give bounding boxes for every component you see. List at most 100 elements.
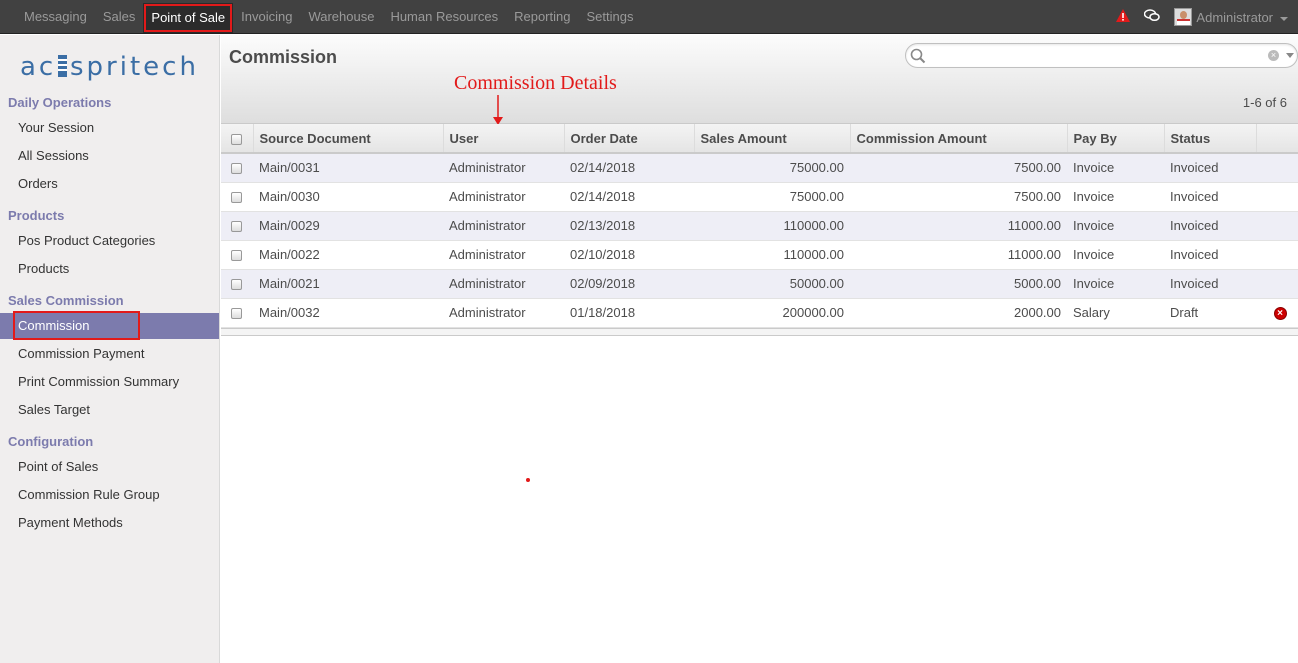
cell-status: Invoiced [1170,160,1219,176]
column-header[interactable]: Sales Amount [693,124,850,154]
sidebar-item-label: Point of Sales [18,459,99,474]
sidebar-item[interactable]: Commission Payment [0,341,219,367]
cell-pay-by: Invoice [1073,189,1115,204]
top-menu-item[interactable]: Warehouse [300,0,382,34]
cell-status: Draft [1170,305,1199,320]
cell-commission: 11000.00 [1007,218,1061,233]
sidebar-item-label: Commission Payment [18,346,145,361]
search-box[interactable]: × [905,43,1298,68]
svg-text:ac: ac [20,52,56,82]
row-checkbox[interactable] [231,163,242,175]
caret-down-icon [1280,16,1288,21]
alert-icon[interactable] [1116,9,1131,25]
table-row[interactable]: Main/0031 Administrator 02/14/2018 75000.00… [221,153,1298,182]
select-all-checkbox[interactable] [231,133,242,145]
sidebar-item[interactable]: Sales Target [0,397,219,423]
table-row[interactable]: Main/0022 Administrator 02/10/2018 110000.0… [221,240,1298,269]
column-header[interactable]: Source Document [252,124,443,154]
row-select-cell[interactable] [221,240,253,269]
cell-commission: 7500.00 [1014,189,1061,204]
row-checkbox[interactable] [231,221,242,233]
main-content: Commission × 1-6 of 6 Commission Details… [221,35,1298,663]
sidebar-item[interactable]: Orders [0,171,219,197]
cell-user: Administrator [449,247,526,262]
sidebar-item-label: Print Commission Summary [18,374,180,389]
table-row[interactable]: Main/0029 Administrator 02/13/2018 110000.0… [221,211,1298,240]
sidebar-item[interactable]: Commission [0,311,219,340]
cell-source: Main/0021 [259,276,320,291]
sidebar-item[interactable]: All Sessions [0,143,219,169]
cell-date: 02/14/2018 [570,160,636,176]
clear-search-icon[interactable]: × [1268,50,1279,61]
cell-commission: 2000.00 [1014,305,1061,320]
cell-date: 02/09/2018 [570,276,636,291]
sidebar-item-label: Products [18,261,70,276]
cell-user: Administrator [449,305,526,320]
row-action-cell [1256,211,1298,240]
row-action-cell: × [1256,298,1298,327]
top-right-area: Administrator [1116,0,1288,34]
chat-icon[interactable] [1144,9,1161,25]
row-select-cell[interactable] [221,153,253,182]
row-checkbox[interactable] [231,308,242,320]
sidebar: ac spritech Daily Operations Your Session… [0,35,220,663]
sidebar-item[interactable]: Pos Product Categories [0,228,219,254]
delete-icon[interactable]: × [1273,307,1287,321]
top-menu-item[interactable]: Point of Sale [143,3,234,33]
column-header[interactable]: User [442,124,564,154]
sidebar-item-label: Pos Product Categories [18,233,156,248]
cell-source: Main/0030 [259,189,320,204]
row-select-cell[interactable] [221,298,253,327]
cell-pay-by: Invoice [1073,218,1115,233]
row-checkbox[interactable] [231,192,242,204]
sidebar-item[interactable]: Commission Rule Group [0,482,219,508]
sidebar-item-label: Payment Methods [18,515,123,530]
column-header[interactable]: Commission Amount [849,124,1067,154]
table-row[interactable]: Main/0032 Administrator 01/18/2018 200000.0… [221,298,1298,327]
cell-date: 02/14/2018 [570,189,636,204]
select-all-cell[interactable] [221,124,253,154]
cell-date: 02/13/2018 [570,218,636,233]
table-row[interactable]: Main/0021 Administrator 02/09/2018 50000.00… [221,269,1298,298]
sidebar-item[interactable]: Payment Methods [0,510,219,536]
sidebar-item[interactable]: Your Session [0,115,219,141]
sidebar-section-title: Products [8,208,65,223]
sidebar-item[interactable]: Products [0,256,219,282]
search-input[interactable] [926,47,1246,64]
sidebar-item-label: Sales Target [18,402,91,417]
top-menu-item[interactable]: Sales [95,0,144,34]
cell-pay-by: Invoice [1073,160,1115,176]
cell-sales: 110000.00 [783,247,845,262]
user-menu[interactable]: Administrator [1174,8,1288,26]
sidebar-section-title: Sales Commission [8,293,124,308]
top-navbar: Messaging Sales Point of Sale Invoicing Ware… [0,0,1298,34]
row-checkbox[interactable] [231,250,242,262]
column-header[interactable]: Order Date [563,124,694,154]
cell-user: Administrator [449,160,526,176]
sidebar-item[interactable]: Print Commission Summary [0,369,219,395]
pager-value[interactable]: 1-6 of 6 [1243,95,1287,110]
row-select-cell[interactable] [221,269,253,298]
company-logo: ac spritech [20,49,210,83]
cell-source: Main/0022 [259,247,320,262]
top-menu-item[interactable]: Human Resources [382,0,506,34]
table-row[interactable]: Main/0030 Administrator 02/14/2018 75000.00… [221,182,1298,211]
cell-status: Invoiced [1170,218,1219,233]
row-action-cell [1256,153,1298,182]
row-select-cell[interactable] [221,211,253,240]
cell-user: Administrator [449,189,526,204]
sidebar-section-title: Daily Operations [8,95,112,110]
column-header[interactable]: Status [1163,124,1256,154]
top-menu-item[interactable]: Settings [578,0,641,34]
sidebar-item-label: Orders [18,176,58,191]
search-options-icon[interactable] [1286,53,1294,58]
row-checkbox[interactable] [231,279,242,291]
top-menu-item[interactable]: Reporting [506,0,578,34]
top-menu-item[interactable]: Messaging [16,0,95,34]
sidebar-item[interactable]: Point of Sales [0,454,219,480]
column-header[interactable]: Pay By [1066,124,1164,154]
row-select-cell[interactable] [221,182,253,211]
top-menu-item[interactable]: Invoicing [233,0,300,34]
cell-commission: 11000.00 [1007,247,1061,262]
user-name: Administrator [1196,9,1273,25]
